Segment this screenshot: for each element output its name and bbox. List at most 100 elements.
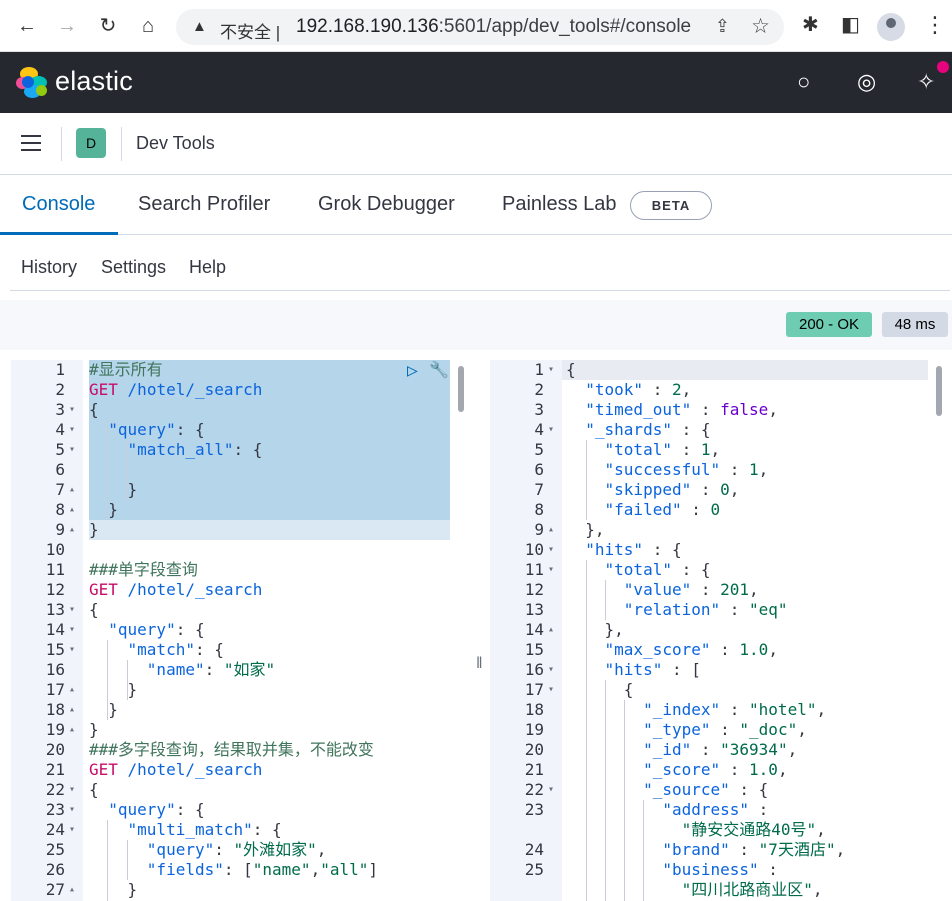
request-code-line[interactable]: "multi_match": { bbox=[89, 820, 282, 840]
forward-arrow-icon[interactable]: → bbox=[54, 13, 80, 39]
request-code-line[interactable]: "query": { bbox=[89, 620, 204, 640]
request-code-line[interactable]: } bbox=[89, 700, 118, 720]
response-code-line[interactable]: "took" : 2, bbox=[566, 380, 691, 400]
response-code-line[interactable]: "skipped" : 0, bbox=[566, 480, 740, 500]
request-code-line[interactable]: ###多字段查询，结果取并集，不能改变 bbox=[89, 740, 374, 760]
request-code-line[interactable]: "query": { bbox=[89, 420, 204, 440]
help-link[interactable]: Help bbox=[189, 257, 226, 278]
response-code-line[interactable]: "max_score" : 1.0, bbox=[566, 640, 778, 660]
extensions-icon[interactable]: ✱ bbox=[802, 12, 819, 37]
tab-search-profiler[interactable]: Search Profiler bbox=[138, 193, 270, 216]
side-panel-icon[interactable]: ◧ bbox=[841, 12, 860, 37]
fold-open-icon[interactable]: ▾ bbox=[548, 680, 554, 700]
response-code-line[interactable]: "brand" : "7天酒店", bbox=[566, 840, 845, 860]
reload-icon[interactable]: ↻ bbox=[95, 13, 121, 39]
request-code-line[interactable]: } bbox=[89, 720, 99, 740]
warning-icon[interactable]: ▲ bbox=[192, 18, 207, 35]
fold-close-icon[interactable]: ▴ bbox=[548, 520, 554, 540]
profile-avatar[interactable] bbox=[877, 13, 905, 41]
run-request-icon[interactable]: ▷ bbox=[407, 360, 418, 381]
request-scrollbar[interactable] bbox=[458, 366, 464, 412]
fold-open-icon[interactable]: ▾ bbox=[548, 780, 554, 800]
response-code-line[interactable]: "total" : 1, bbox=[566, 440, 721, 460]
response-code-line[interactable]: "静安交通路40号", bbox=[566, 820, 826, 840]
request-editor[interactable]: 1 #显示所有 2 GET /hotel/_search 3 ▾{4 ▾ "query": … bbox=[11, 360, 471, 901]
response-code-line[interactable]: }, bbox=[566, 620, 624, 640]
fold-close-icon[interactable]: ▴ bbox=[69, 520, 75, 540]
home-icon[interactable]: ⌂ bbox=[135, 13, 161, 39]
response-code-line[interactable]: { bbox=[566, 360, 576, 380]
request-code-line[interactable]: { bbox=[89, 400, 99, 420]
share-icon[interactable]: ⇪ bbox=[715, 16, 730, 37]
request-code-line[interactable]: GET /hotel/_search bbox=[89, 760, 262, 780]
fold-open-icon[interactable]: ▾ bbox=[548, 560, 554, 580]
request-code-line[interactable]: "query": { bbox=[89, 800, 204, 820]
response-code-line[interactable]: "_type" : "_doc", bbox=[566, 720, 807, 740]
history-link[interactable]: History bbox=[21, 257, 77, 278]
response-code-line[interactable]: "四川北路商业区", bbox=[566, 880, 823, 900]
request-code-line[interactable]: } bbox=[89, 480, 138, 500]
tab-painless-lab[interactable]: Painless Lab bbox=[502, 193, 617, 216]
response-code-line[interactable]: "relation" : "eq" bbox=[566, 600, 788, 620]
response-code-line[interactable]: "total" : { bbox=[566, 560, 711, 580]
fold-open-icon[interactable]: ▾ bbox=[69, 440, 75, 460]
fold-open-icon[interactable]: ▾ bbox=[69, 800, 75, 820]
fold-close-icon[interactable]: ▴ bbox=[69, 500, 75, 520]
request-code-line[interactable]: "match_all": { bbox=[89, 440, 263, 460]
response-code-line[interactable]: "_source" : { bbox=[566, 780, 768, 800]
response-code-line[interactable]: "address" : bbox=[566, 800, 768, 820]
response-code-line[interactable]: "_index" : "hotel", bbox=[566, 700, 826, 720]
elastic-logo-icon[interactable] bbox=[16, 67, 47, 98]
url-text[interactable]: 192.168.190.136:5601/app/dev_tools#/cons… bbox=[296, 16, 691, 38]
fold-open-icon[interactable]: ▾ bbox=[69, 620, 75, 640]
fold-close-icon[interactable]: ▴ bbox=[69, 720, 75, 740]
request-code-line[interactable]: } bbox=[89, 500, 118, 520]
news-feed-icon[interactable]: ✧ bbox=[917, 69, 935, 95]
fold-open-icon[interactable]: ▾ bbox=[69, 780, 75, 800]
request-code-line[interactable]: GET /hotel/_search bbox=[89, 380, 262, 400]
browser-menu-icon[interactable]: ⋮ bbox=[924, 12, 946, 38]
fold-open-icon[interactable]: ▾ bbox=[548, 660, 554, 680]
request-code-line[interactable]: "query": "外滩如家", bbox=[89, 840, 327, 860]
fold-open-icon[interactable]: ▾ bbox=[69, 600, 75, 620]
tab-console[interactable]: Console bbox=[22, 193, 95, 216]
response-code-line[interactable]: "hits" : { bbox=[566, 540, 681, 560]
fold-close-icon[interactable]: ▴ bbox=[548, 620, 554, 640]
tab-grok-debugger[interactable]: Grok Debugger bbox=[318, 193, 455, 216]
brand-name[interactable]: elastic bbox=[55, 66, 133, 97]
request-code-line[interactable]: } bbox=[89, 520, 99, 540]
request-code-line[interactable]: ###单字段查询 bbox=[89, 560, 198, 580]
request-code-line[interactable]: { bbox=[89, 780, 99, 800]
search-icon[interactable]: ○ bbox=[797, 69, 810, 95]
response-code-line[interactable]: "_score" : 1.0, bbox=[566, 760, 788, 780]
response-code-line[interactable]: "_shards" : { bbox=[566, 420, 710, 440]
response-code-line[interactable]: "timed_out" : false, bbox=[566, 400, 778, 420]
response-code-line[interactable]: "_id" : "36934", bbox=[566, 740, 797, 760]
request-code-line[interactable]: "name": "如家" bbox=[89, 660, 275, 680]
back-arrow-icon[interactable]: ← bbox=[14, 13, 40, 39]
fold-open-icon[interactable]: ▾ bbox=[548, 420, 554, 440]
fold-open-icon[interactable]: ▾ bbox=[69, 400, 75, 420]
fold-close-icon[interactable]: ▴ bbox=[69, 480, 75, 500]
request-code-line[interactable]: GET /hotel/_search bbox=[89, 580, 262, 600]
response-scrollbar[interactable] bbox=[936, 366, 942, 416]
response-code-line[interactable]: "failed" : 0 bbox=[566, 500, 721, 520]
bookmark-star-icon[interactable]: ☆ bbox=[751, 14, 770, 39]
response-code-line[interactable]: { bbox=[566, 680, 634, 700]
request-code-line[interactable]: #显示所有 bbox=[89, 360, 163, 380]
request-code-line[interactable]: } bbox=[89, 680, 138, 700]
fold-close-icon[interactable]: ▴ bbox=[69, 700, 75, 720]
request-code-line[interactable]: "fields": ["name","all"] bbox=[89, 860, 378, 880]
response-code-line[interactable]: "successful" : 1, bbox=[566, 460, 769, 480]
help-icon[interactable]: ◎ bbox=[857, 69, 876, 95]
request-code-line[interactable] bbox=[89, 460, 147, 480]
fold-open-icon[interactable]: ▾ bbox=[548, 540, 554, 560]
panel-resize-handle[interactable]: ‖ bbox=[476, 655, 483, 673]
response-code-line[interactable]: "hits" : [ bbox=[566, 660, 701, 680]
address-bar[interactable]: ▲ 不安全 | 192.168.190.136:5601/app/dev_too… bbox=[176, 9, 784, 45]
space-avatar[interactable]: D bbox=[76, 128, 106, 158]
fold-open-icon[interactable]: ▾ bbox=[69, 420, 75, 440]
menu-hamburger-icon[interactable] bbox=[21, 135, 41, 151]
response-code-line[interactable]: "business" : bbox=[566, 860, 778, 880]
request-code-line[interactable]: { bbox=[89, 600, 99, 620]
